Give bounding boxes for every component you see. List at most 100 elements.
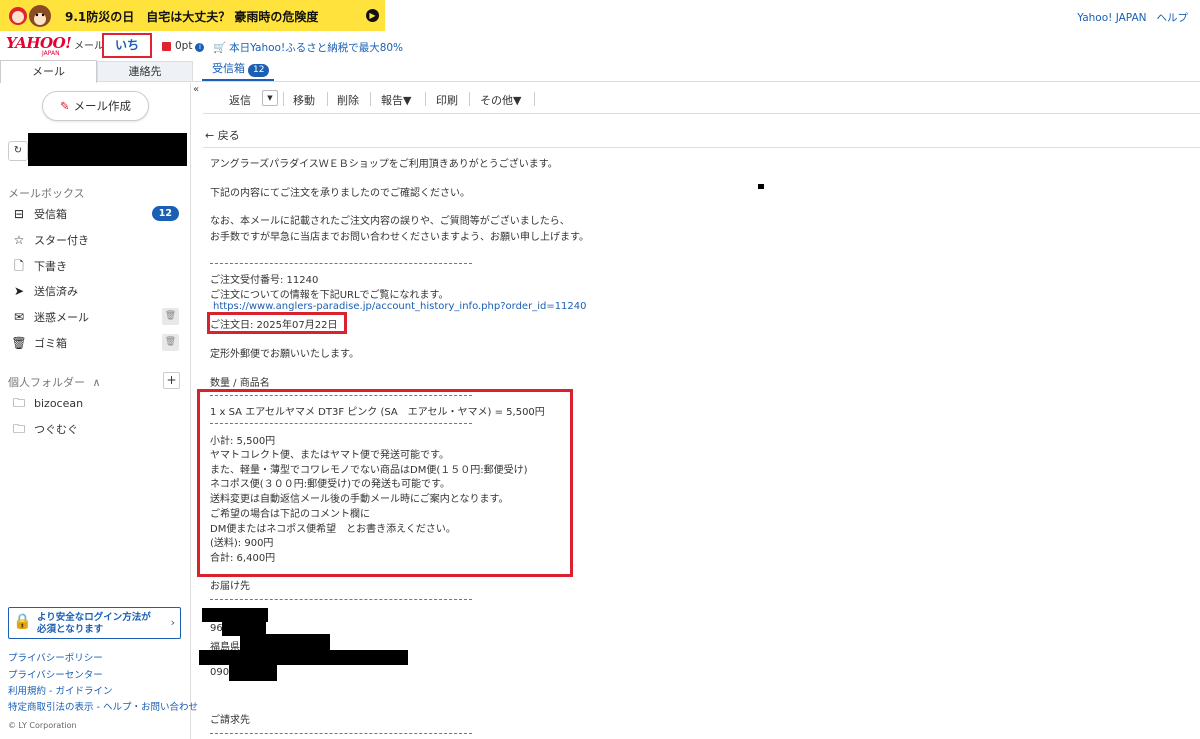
redacted-account [28,133,187,166]
folder-label: bizocean [34,397,84,410]
yahoo-japan-link[interactable]: Yahoo! JAPAN [1077,12,1146,24]
cart-icon: 🛒 [213,42,227,54]
divider [210,733,472,734]
decorative-mark [758,184,764,189]
privacy-center-link[interactable]: プライバシーセンター [8,667,103,681]
sidebar-item-tsugumugu[interactable]: 🗀 つぐむぐ [10,418,185,440]
more-button[interactable]: その他▼ [480,92,521,108]
star-icon: ☆ [13,233,25,247]
collapse-sidebar-icon[interactable]: « [193,84,203,98]
delete-button[interactable]: 削除 [337,92,359,108]
delivery-heading: お届け先 [210,581,250,592]
folder-label: 送信済み [34,285,78,298]
privacy-policy-link[interactable]: プライバシーポリシー [8,650,103,664]
sidebar-item-drafts[interactable]: 🗋 下書き [10,255,185,277]
back-bar: ← 戻る [203,118,1200,148]
spam-icon: ✉ [13,310,25,324]
promo-text: 本日Yahoo!ふるさと納税で最大80% [229,42,404,54]
logo-sub: JAPAN [42,50,60,57]
folder-label: 迷惑メール [34,311,89,324]
folder-icon: 🗀 [12,396,25,410]
divider [210,599,472,600]
redacted-block [229,664,277,681]
separator [469,92,470,106]
address-phone: 090 [210,667,230,678]
folder-label: ゴミ箱 [34,337,67,350]
copyright: © LY Corporation [8,721,77,730]
sidebar-item-bizocean[interactable]: 🗀 bizocean [10,392,185,414]
reply-button[interactable]: 返信 [229,92,251,108]
greeting: アングラーズパラダイスＷＥＢショップをご利用頂きありがとうございます。 [210,159,558,170]
redacted-block [199,650,408,665]
top-links: Yahoo! JAPAN ヘルプ [1067,10,1188,25]
tab-inbox-label: 受信箱 [212,62,245,75]
secure-line-2: 必須となります [37,624,104,635]
sidebar-item-sent[interactable]: ➤ 送信済み [10,280,185,302]
user-name[interactable]: いち [102,33,152,58]
reply-options-dropdown[interactable]: ▼ [262,90,278,106]
empty-trash-icon[interactable]: 🗑 [162,334,179,351]
order-info: ご注文についての情報を下記URLでご覧になれます。 [210,290,449,301]
tab-contacts[interactable]: 連絡先 [97,61,193,82]
points-icon [162,41,171,51]
empty-spam-icon[interactable]: 🗑 [162,308,179,325]
logo-service: メール [74,41,104,52]
compose-button[interactable]: ✎ メール作成 [42,91,149,121]
tab-mail[interactable]: メール [0,60,97,83]
promo-banner[interactable]: 9.1防災の日 自宅は大丈夫？ 豪雨時の危険度 ▶ [0,0,385,31]
address-postal: 96 [210,623,223,634]
order-number: ご注文受付番号: 11240 [210,275,319,286]
personal-folders-heading[interactable]: 個人フォルダー ∧ [8,374,101,390]
print-button[interactable]: 印刷 [436,92,458,108]
add-folder-icon[interactable]: + [163,372,180,389]
mailbox-heading: メールボックス [8,187,85,200]
chevron-up-icon: ∧ [92,376,101,389]
folder-label: 受信箱 [34,208,67,221]
points-value: 0pt [175,40,193,52]
mascot-icon [9,5,51,27]
divider [210,263,472,264]
move-button[interactable]: 移動 [293,92,315,108]
sent-icon: ➤ [13,284,25,298]
terms-link[interactable]: 利用規約 - ガイドライン [8,683,112,697]
sidebar-item-spam[interactable]: ✉ 迷惑メール 🗑 [10,306,185,328]
refresh-icon[interactable]: ↻ [8,141,28,161]
report-button[interactable]: 報告▼ [381,92,411,108]
unread-count: 12 [151,206,179,221]
secure-login-text: より安全なログイン方法が 必須となります [37,612,151,636]
secure-login-notice[interactable]: 🔒 より安全なログイン方法が 必須となります › [8,607,181,639]
points-display[interactable]: 0pt i [162,40,205,52]
highlight-box [197,389,573,577]
help-link[interactable]: ヘルプ [1157,12,1189,24]
message-toolbar: 返信 ▼ 移動 削除 報告▼ 印刷 その他▼ [203,84,1200,114]
secure-line-1: より安全なログイン方法が [37,612,151,623]
lock-icon: 🔒 [13,612,32,630]
confirm-text: 下記の内容にてご注文を承りましたのでご確認ください。 [210,188,470,199]
billing-heading: ご請求先 [210,715,250,726]
inbox-icon: ⊟ [13,207,25,221]
separator [370,92,371,106]
back-button[interactable]: ← 戻る [205,127,240,143]
separator [327,92,328,106]
note-line-1: なお、本メールに記載されたご注文内容の誤りや、ご質問等がございましたら、 [210,216,570,227]
yahoo-logo[interactable]: YAHOO! [6,34,72,52]
compose-label: メール作成 [73,99,132,113]
items-heading: 数量 / 商品名 [210,378,270,389]
sidebar-item-starred[interactable]: ☆ スター付き [10,229,185,251]
info-icon[interactable]: i [195,43,205,52]
legal-help-link[interactable]: 特定商取引法の表示 - ヘルプ・お問い合わせ [8,699,198,713]
arrow-left-icon: ← [205,129,215,142]
draft-icon: 🗋 [14,259,24,273]
order-url-link[interactable]: https://www.anglers-paradise.jp/account_… [213,301,587,312]
folder-label: つぐむぐ [34,423,78,436]
separator [283,92,284,106]
tab-inbox[interactable]: 受信箱 12 [202,61,274,81]
separator [534,92,535,106]
pencil-icon: ✎ [59,99,70,113]
sidebar-item-trash[interactable]: 🗑 ゴミ箱 🗑 [10,332,185,354]
chevron-right-icon[interactable]: ▶ [366,9,379,22]
banner-text[interactable]: 9.1防災の日 自宅は大丈夫？ 豪雨時の危険度 [65,8,318,25]
note-line-2: お手数ですが早急に当店までお問い合わせくださいますよう、お願い申し上げます。 [210,232,589,243]
furusato-promo-link[interactable]: 🛒 本日Yahoo!ふるさと納税で最大80% [213,40,403,55]
sidebar-item-inbox[interactable]: ⊟ 受信箱 12 [10,203,185,225]
